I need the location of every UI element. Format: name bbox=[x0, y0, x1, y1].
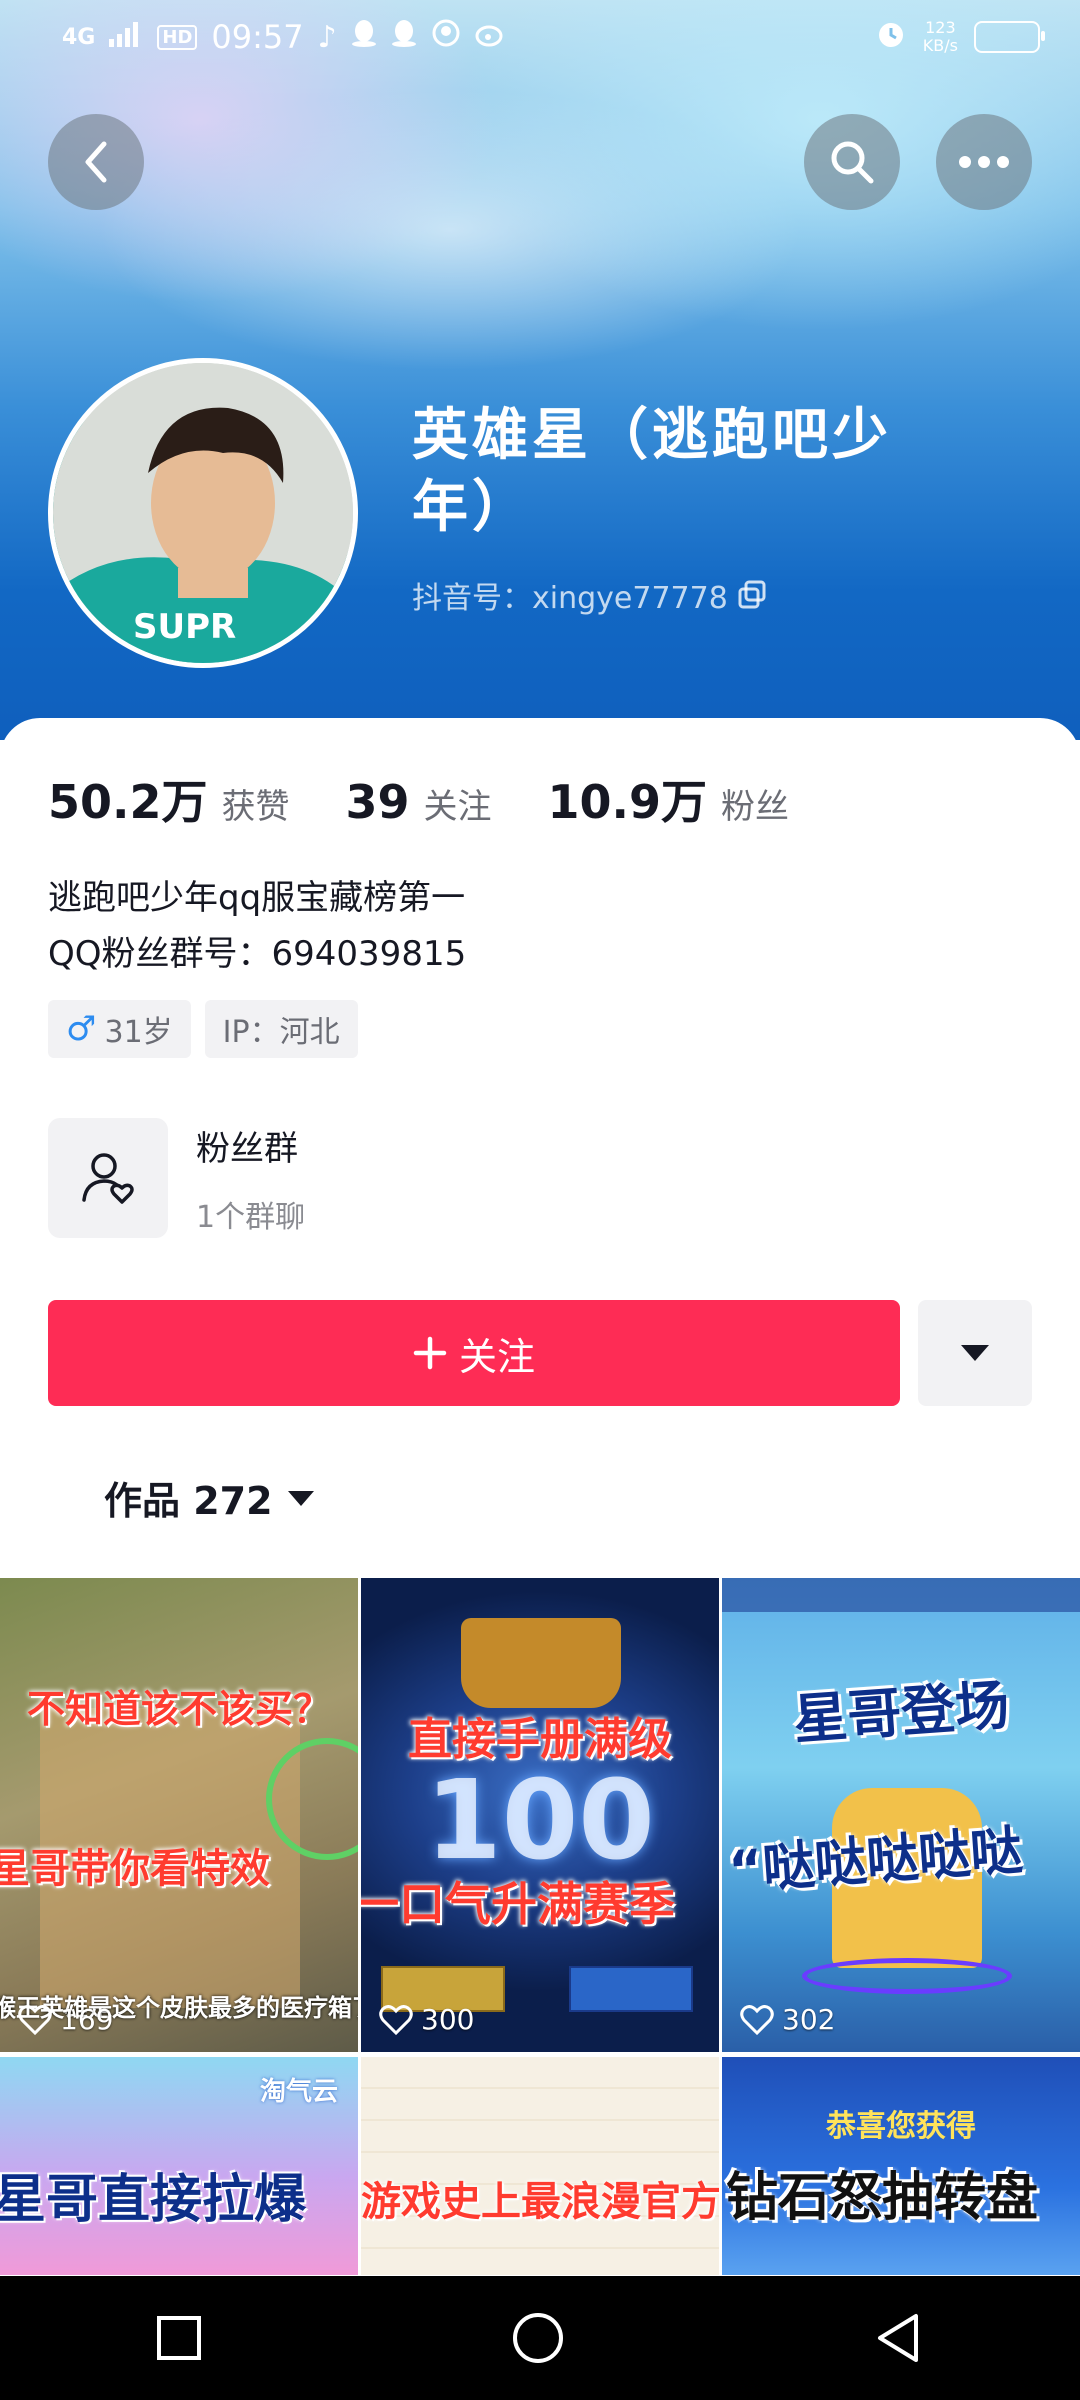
video-likes: 300 bbox=[379, 2003, 474, 2036]
stat-following[interactable]: 39 关注 bbox=[346, 775, 492, 829]
signal-icon bbox=[109, 20, 143, 55]
copy-icon[interactable] bbox=[738, 580, 768, 610]
triangle-down-icon bbox=[287, 1490, 314, 1506]
network-label: 4G bbox=[62, 24, 96, 50]
likes-count: 169 bbox=[60, 2003, 114, 2036]
ip-location-tag: IP：河北 bbox=[204, 1000, 358, 1058]
video-likes: 169 bbox=[18, 2003, 113, 2036]
search-button[interactable] bbox=[804, 114, 900, 210]
network-speed: 123 KB/s bbox=[922, 17, 958, 55]
works-tab-label: 作品 272 bbox=[104, 1479, 273, 1523]
follow-label: 关注 bbox=[458, 1334, 535, 1379]
user-heart-icon bbox=[82, 1153, 134, 1204]
status-right: 123 KB/s bbox=[875, 17, 1045, 55]
follow-button[interactable]: 关注 bbox=[48, 1300, 900, 1406]
video-label: 淘气云 bbox=[259, 2077, 338, 2107]
video-caption: 星哥登场 bbox=[791, 1673, 1012, 1752]
tab-works[interactable]: 作品 272 bbox=[104, 1470, 315, 1525]
system-nav-bar bbox=[0, 2276, 1080, 2400]
fan-group-text: 粉丝群 1个群聊 bbox=[196, 1121, 305, 1236]
video-caption: 钻石怒抽转盘 bbox=[726, 2168, 1039, 2228]
avatar[interactable]: SUPR bbox=[48, 358, 358, 668]
video-caption: 星哥带你看特效 bbox=[0, 1846, 270, 1892]
gender-age-tag: ♂ 31岁 bbox=[48, 1000, 191, 1058]
likes-label: 获赞 bbox=[221, 787, 290, 827]
video-caption: 游戏史上最浪漫官方 bbox=[361, 2179, 719, 2225]
qq-icon-2 bbox=[391, 18, 417, 56]
home-icon[interactable] bbox=[511, 2311, 565, 2365]
fan-group-entry[interactable]: 粉丝群 1个群聊 bbox=[48, 1118, 305, 1238]
video-grid: 不知道该不该买？ 星哥带你看特效 猴王英雄是这个皮肤最多的医疗箱了 169 10… bbox=[0, 1578, 1080, 2275]
age-text: 31岁 bbox=[104, 1015, 173, 1050]
qq-icon bbox=[351, 18, 377, 56]
video-caption: 不知道该不该买？ bbox=[26, 1687, 331, 1731]
fan-group-title: 粉丝群 bbox=[196, 1128, 298, 1169]
followers-label: 粉丝 bbox=[721, 787, 790, 827]
fan-group-subtitle: 1个群聊 bbox=[196, 1199, 306, 1235]
avatar-photo: SUPR bbox=[53, 363, 353, 663]
heart-icon bbox=[18, 2004, 52, 2035]
app-notification-icon bbox=[431, 18, 461, 56]
status-left: 4G HD 09:57 ♪ bbox=[62, 18, 507, 56]
plus-icon bbox=[413, 1336, 447, 1370]
recents-icon[interactable] bbox=[154, 2313, 204, 2363]
video-caption: 星哥直接拉爆 bbox=[0, 2170, 307, 2230]
video-caption: 直接手册满级 bbox=[408, 1714, 672, 1765]
treasure-chest bbox=[461, 1618, 621, 1708]
back-nav-icon[interactable] bbox=[872, 2311, 926, 2365]
heart-icon bbox=[379, 2004, 413, 2035]
weibo-icon bbox=[475, 19, 507, 55]
clock: 09:57 bbox=[211, 18, 304, 56]
video-tile[interactable]: 100 直接手册满级 一口气升满赛季 300 bbox=[361, 1578, 719, 2052]
following-label: 关注 bbox=[423, 787, 492, 827]
search-icon bbox=[831, 141, 874, 184]
douyin-id-text: 抖音号：xingye77778 bbox=[412, 581, 728, 616]
chevron-left-icon bbox=[85, 141, 107, 183]
stats-row: 50.2万 获赞 39 关注 10.9万 粉丝 bbox=[48, 766, 845, 832]
profile-banner: 4G HD 09:57 ♪ 123 KB/s SUPR 英雄星（逃跑吧少年） 抖… bbox=[0, 0, 1080, 740]
video-tile[interactable]: 恭喜您获得 钻石怒抽转盘 bbox=[722, 2057, 1080, 2275]
video-tile[interactable]: 淘气云 星哥直接拉爆 bbox=[0, 2057, 358, 2275]
tiktok-icon: ♪ bbox=[317, 19, 337, 55]
stat-likes[interactable]: 50.2万 获赞 bbox=[48, 766, 290, 832]
game-topbar bbox=[722, 1578, 1080, 1612]
triangle-down-icon bbox=[961, 1345, 989, 1361]
following-count: 39 bbox=[345, 775, 410, 829]
likes-count: 302 bbox=[782, 2003, 836, 2036]
level-badge: 100 bbox=[425, 1756, 655, 1884]
bio-line-2: QQ粉丝群号：694039815 bbox=[48, 934, 467, 974]
game-ring bbox=[802, 1958, 1012, 1994]
video-likes: 302 bbox=[740, 2003, 835, 2036]
ip-text: IP：河北 bbox=[222, 1015, 340, 1050]
profile-tags: ♂ 31岁 IP：河北 bbox=[48, 1000, 358, 1058]
ellipsis-icon bbox=[959, 156, 1009, 168]
fan-group-icon-box bbox=[48, 1118, 168, 1238]
likes-count: 300 bbox=[421, 2003, 475, 2036]
heart-icon bbox=[740, 2004, 774, 2035]
svg-text:SUPR: SUPR bbox=[133, 607, 236, 647]
followers-count: 10.9万 bbox=[547, 775, 708, 829]
bio-line-1: 逃跑吧少年qq服宝藏榜第一 bbox=[48, 878, 466, 918]
back-button[interactable] bbox=[48, 114, 144, 210]
stat-followers[interactable]: 10.9万 粉丝 bbox=[548, 766, 790, 832]
status-bar: 4G HD 09:57 ♪ 123 KB/s bbox=[0, 0, 1080, 80]
video-label: 恭喜您获得 bbox=[826, 2109, 976, 2144]
video-caption: “哒哒哒哒哒 bbox=[726, 1821, 1025, 1902]
male-icon: ♂ bbox=[66, 1009, 97, 1049]
video-caption: 一口气升满赛季 bbox=[361, 1877, 675, 1931]
douyin-id: 抖音号：xingye77778 bbox=[412, 573, 768, 617]
hd-badge: HD bbox=[157, 24, 198, 50]
follow-dropdown-button[interactable] bbox=[918, 1300, 1032, 1406]
bio: 逃跑吧少年qq服宝藏榜第一 QQ粉丝群号：694039815 bbox=[48, 870, 466, 982]
likes-count: 50.2万 bbox=[48, 775, 208, 829]
more-options-button[interactable] bbox=[936, 114, 1032, 210]
game-button bbox=[569, 1966, 693, 2012]
profile-name: 英雄星（逃跑吧少年） bbox=[412, 403, 892, 540]
video-tile[interactable]: 星哥登场 “哒哒哒哒哒 302 bbox=[722, 1578, 1080, 2052]
video-tile[interactable]: 不知道该不该买？ 星哥带你看特效 猴王英雄是这个皮肤最多的医疗箱了 169 bbox=[0, 1578, 358, 2052]
video-tile[interactable]: 游戏史上最浪漫官方 bbox=[361, 2057, 719, 2275]
alarm-icon bbox=[875, 18, 907, 55]
battery-icon bbox=[974, 20, 1045, 53]
